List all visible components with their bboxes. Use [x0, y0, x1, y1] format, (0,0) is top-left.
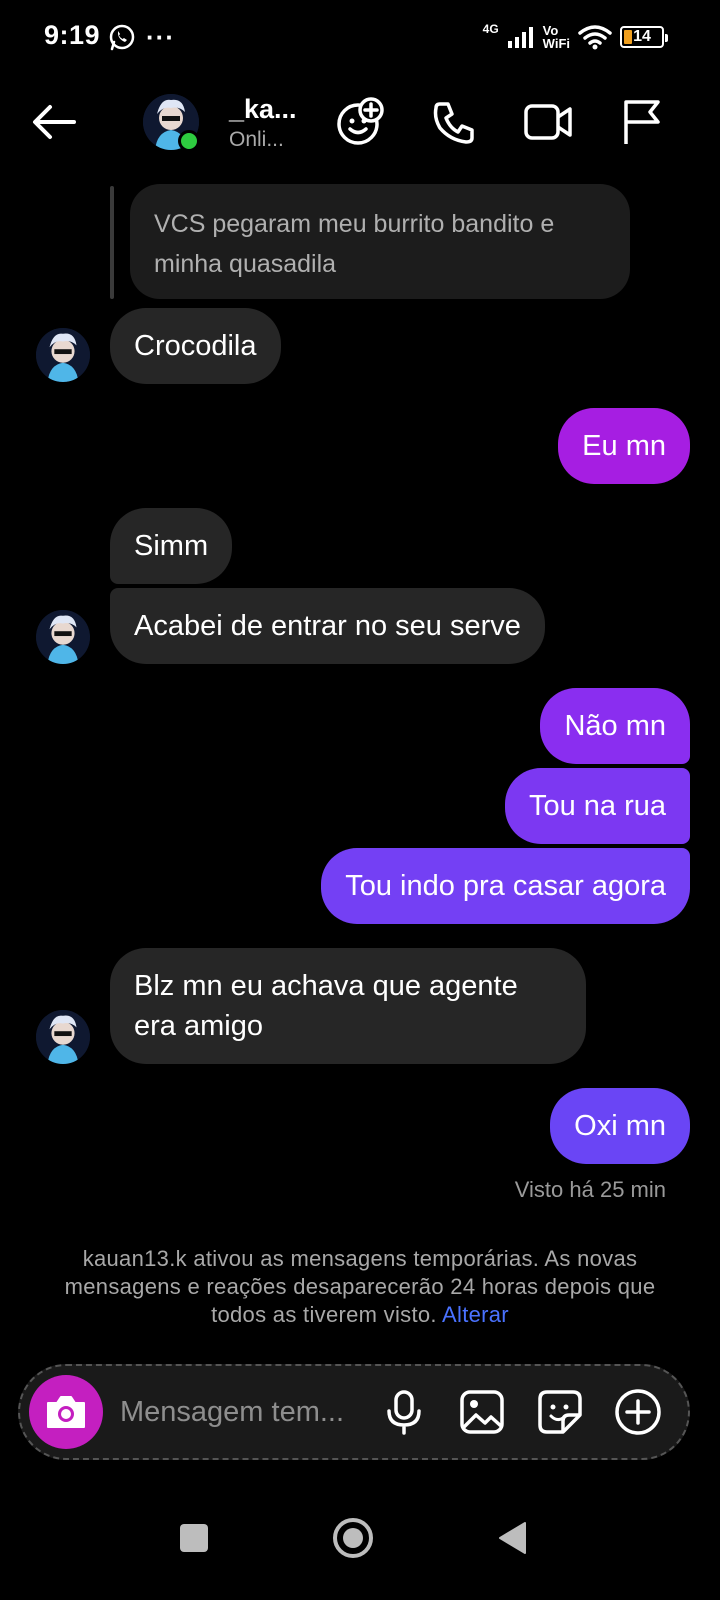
recents-button[interactable] — [164, 1508, 224, 1568]
seen-status: Visto há 25 min — [514, 1177, 666, 1202]
notice-text: kauan13.k ativou as mensagens temporária… — [64, 1246, 656, 1327]
avatar-image — [36, 1010, 90, 1064]
message-bubble-outgoing[interactable]: Não mn — [540, 688, 690, 764]
system-nav-bar — [0, 1490, 720, 1600]
contact-name[interactable]: _ka... — [229, 94, 297, 125]
sticker-icon — [538, 1390, 582, 1434]
vanish-mode-notice: kauan13.k ativou as mensagens temporária… — [40, 1245, 680, 1329]
home-button[interactable] — [323, 1508, 383, 1568]
battery-icon: 14 — [620, 26, 668, 48]
message-bubble-incoming[interactable]: Simm — [110, 508, 233, 584]
message-bubble-outgoing[interactable]: Tou na rua — [504, 768, 690, 844]
avatar-image — [36, 610, 90, 664]
message-bubble-outgoing[interactable]: Oxi mn — [550, 1088, 690, 1164]
flag-icon — [624, 100, 660, 144]
avatar-image — [36, 328, 90, 382]
avatar[interactable] — [36, 610, 90, 664]
add-reaction-button[interactable] — [332, 94, 388, 150]
message-bubble-incoming[interactable]: Acabei de entrar no seu serve — [110, 588, 545, 664]
change-link[interactable]: Alterar — [442, 1302, 509, 1327]
video-icon — [524, 104, 572, 140]
phone-icon — [433, 102, 474, 144]
video-call-button[interactable] — [520, 94, 576, 150]
gallery-button[interactable] — [458, 1388, 506, 1436]
message-bubble-outgoing[interactable]: Eu mn — [558, 408, 690, 484]
microphone-icon — [387, 1390, 421, 1435]
sticker-button[interactable] — [536, 1388, 584, 1436]
back-button[interactable] — [26, 94, 82, 150]
back-arrow-icon — [33, 105, 76, 139]
signal-icon — [507, 27, 533, 48]
status-bar: 9:19 ··· 4G Vo WiFi 14 — [0, 0, 720, 78]
add-emoji-icon — [337, 97, 384, 145]
avatar[interactable] — [36, 328, 90, 382]
camera-icon — [47, 1396, 85, 1428]
camera-button[interactable] — [29, 1375, 103, 1449]
avatar[interactable] — [36, 1010, 90, 1064]
status-time: 9:19 — [44, 20, 101, 50]
message-line: era amigo — [134, 1010, 263, 1042]
message-bubble-incoming[interactable]: Crocodila — [110, 308, 281, 384]
square-icon — [180, 1524, 208, 1552]
voice-message-button[interactable] — [380, 1388, 428, 1436]
contact-status: Onli... — [229, 128, 284, 151]
message-composer — [18, 1364, 690, 1460]
vowifi-label: Vo WiFi — [542, 23, 570, 51]
triangle-back-icon — [499, 1522, 526, 1554]
call-button[interactable] — [426, 94, 482, 150]
message-line: Blz mn eu achava que agente — [134, 970, 518, 1002]
message-bubble-incoming[interactable]: Blz mn eu achava que agente era amigo — [110, 948, 586, 1064]
reply-indicator — [110, 186, 114, 299]
plus-icon — [615, 1389, 661, 1435]
online-indicator — [178, 130, 200, 152]
message-input[interactable] — [120, 1390, 370, 1434]
report-button[interactable] — [614, 94, 670, 150]
back-nav-button[interactable] — [482, 1508, 542, 1568]
more-dots-icon: ··· — [146, 22, 175, 52]
gallery-icon — [460, 1390, 504, 1434]
wifi-icon — [578, 25, 612, 50]
message-bubble-outgoing[interactable]: Tou indo pra casar agora — [321, 848, 690, 924]
home-circle-icon — [333, 1518, 373, 1558]
more-options-button[interactable] — [614, 1388, 662, 1436]
whatsapp-icon — [109, 24, 135, 51]
network-label: 4G — [482, 22, 499, 36]
replied-message-preview[interactable]: VCS pegaram meu burrito bandito e minha … — [130, 184, 630, 299]
